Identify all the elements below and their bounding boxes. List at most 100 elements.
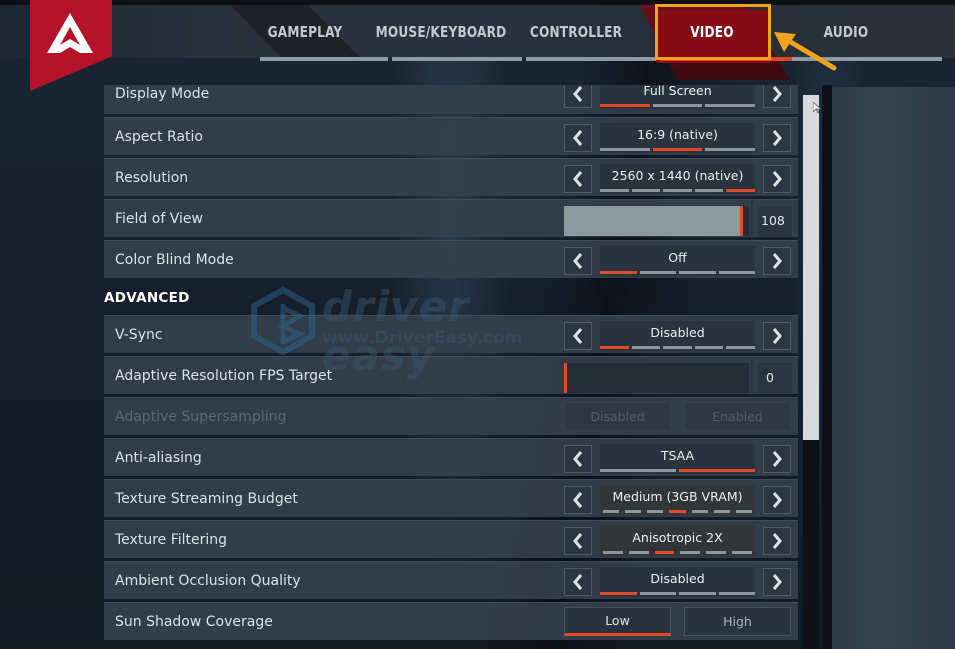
slider-fill	[564, 206, 743, 236]
chevron-right-icon	[772, 130, 782, 146]
tick	[694, 189, 724, 192]
selector-ticks	[600, 346, 755, 349]
next-button[interactable]	[763, 527, 791, 555]
setting-label: Display Mode	[115, 86, 210, 102]
tick	[631, 346, 661, 349]
setting-row-sun-shadow-coverage: Sun Shadow Coverage Low High	[104, 602, 798, 640]
chevron-left-icon	[573, 171, 583, 187]
setting-label: Resolution	[115, 170, 189, 186]
setting-label: Adaptive Resolution FPS Target	[115, 368, 333, 384]
chevron-left-icon	[573, 492, 583, 508]
setting-label: Field of View	[115, 211, 203, 227]
setting-row-aspect-ratio: Aspect Ratio 16:9 (native)	[104, 117, 798, 155]
selector-ticks	[600, 189, 755, 192]
sun-shadow-high-option[interactable]: High	[684, 607, 791, 636]
tick-selected	[600, 592, 637, 595]
setting-row-texture-streaming-budget: Texture Streaming Budget Medium (3GB VRA…	[104, 479, 798, 517]
chevron-right-icon	[772, 253, 782, 269]
slider-handle[interactable]	[740, 206, 743, 236]
tick-selected	[600, 346, 629, 349]
vsync-selector[interactable]: Disabled	[600, 321, 755, 351]
display-mode-selector[interactable]: Full Screen	[600, 85, 756, 109]
resolution-selector[interactable]: 2560 x 1440 (native)	[600, 164, 755, 194]
tick	[663, 189, 692, 192]
tick	[663, 346, 692, 349]
slider-handle[interactable]	[564, 363, 567, 393]
setting-label: Ambient Occlusion Quality	[115, 573, 301, 589]
aspect-ratio-selector[interactable]: 16:9 (native)	[600, 123, 756, 153]
selector-value: Off	[668, 250, 687, 265]
tab-mouse-keyboard[interactable]: MOUSE/KEYBOARD	[376, 5, 507, 58]
next-button[interactable]	[763, 445, 791, 473]
tick-selected	[654, 551, 675, 554]
prev-button[interactable]	[564, 247, 592, 275]
next-button[interactable]	[763, 486, 791, 514]
tab-gameplay[interactable]: GAMEPLAY	[256, 5, 355, 58]
chevron-left-icon	[573, 533, 583, 549]
next-button[interactable]	[763, 247, 791, 275]
tick	[600, 469, 676, 472]
prev-button[interactable]	[564, 85, 592, 108]
prev-button[interactable]	[564, 165, 592, 193]
tick-selected	[652, 148, 703, 151]
supersampling-enabled-option: Enabled	[684, 402, 791, 431]
next-button[interactable]	[763, 85, 791, 108]
tick	[639, 271, 676, 274]
next-button[interactable]	[763, 322, 791, 350]
tick	[705, 148, 756, 151]
chevron-left-icon	[573, 451, 583, 467]
selector-ticks	[600, 271, 755, 274]
tick-selected	[600, 104, 650, 107]
setting-label: Texture Streaming Budget	[115, 491, 298, 507]
selector-value: TSAA	[660, 448, 695, 463]
chevron-left-icon	[573, 328, 583, 344]
selector-ticks	[600, 148, 756, 151]
chevron-right-icon	[772, 171, 782, 187]
next-button[interactable]	[763, 124, 791, 152]
chevron-right-icon	[772, 533, 782, 549]
section-title-advanced: ADVANCED	[104, 290, 190, 306]
texture-filtering-selector[interactable]: Anisotropic 2X	[600, 526, 755, 556]
sun-shadow-low-option[interactable]: Low	[564, 607, 671, 636]
next-button[interactable]	[763, 165, 791, 193]
tick	[600, 189, 629, 192]
prev-button[interactable]	[564, 486, 592, 514]
adaptive-fps-slider[interactable]	[564, 363, 749, 393]
tick	[639, 592, 676, 595]
chevron-right-icon	[772, 492, 782, 508]
tick-selected	[600, 271, 637, 274]
tick	[603, 551, 623, 554]
tick-selected	[726, 189, 755, 192]
tick	[600, 148, 650, 151]
tick	[628, 551, 649, 554]
setting-label: V-Sync	[115, 327, 163, 343]
supersampling-disabled-option: Disabled	[564, 402, 671, 431]
prev-button[interactable]	[564, 322, 592, 350]
annotation-highlight-box	[655, 4, 771, 60]
selector-value: Anisotropic 2X	[632, 530, 723, 545]
tick	[679, 271, 716, 274]
scrollbar-thumb[interactable]	[803, 95, 819, 440]
anti-aliasing-selector[interactable]: TSAA	[600, 444, 755, 474]
tick	[647, 510, 664, 513]
fov-slider[interactable]	[564, 206, 749, 236]
color-blind-mode-selector[interactable]: Off	[600, 246, 755, 276]
texture-budget-selector[interactable]: Medium (3GB VRAM)	[600, 485, 755, 515]
prev-button[interactable]	[564, 568, 592, 596]
setting-row-color-blind-mode: Color Blind Mode Off	[104, 240, 798, 278]
chevron-right-icon	[772, 86, 782, 102]
tab-controller[interactable]: CONTROLLER	[526, 5, 627, 58]
tick	[706, 551, 727, 554]
tick	[718, 271, 755, 274]
tick	[705, 104, 756, 107]
prev-button[interactable]	[564, 527, 592, 555]
setting-row-field-of-view: Field of View 108	[104, 199, 798, 238]
next-button[interactable]	[763, 568, 791, 596]
tick	[679, 592, 716, 595]
setting-label: Adaptive Supersampling	[115, 409, 287, 425]
setting-row-adaptive-fps-target: Adaptive Resolution FPS Target 0	[104, 356, 798, 395]
prev-button[interactable]	[564, 124, 592, 152]
tick	[694, 346, 724, 349]
prev-button[interactable]	[564, 445, 592, 473]
ambient-occlusion-selector[interactable]: Disabled	[600, 567, 755, 597]
